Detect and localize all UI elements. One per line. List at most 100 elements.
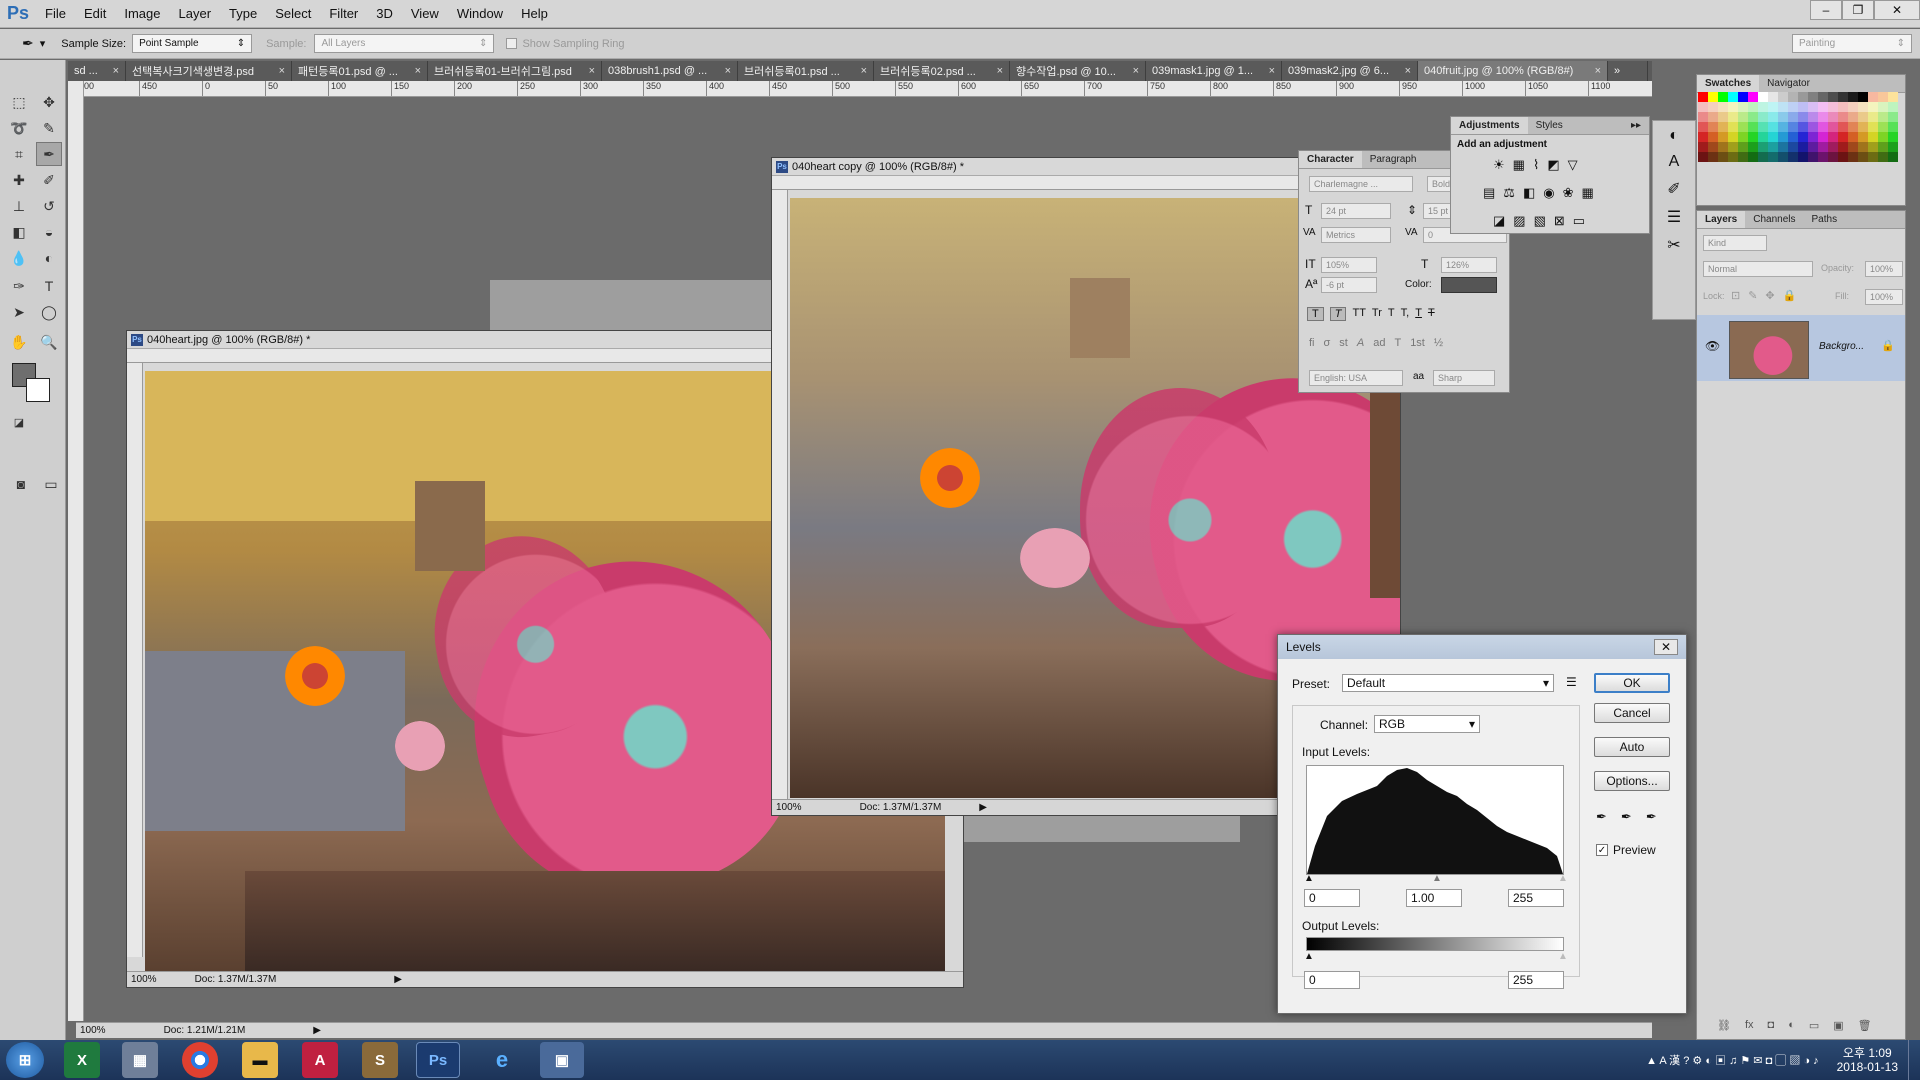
color-swatch[interactable] — [1708, 142, 1718, 152]
color-swatch[interactable] — [1868, 152, 1878, 162]
tab-adjustments[interactable]: Adjustments — [1451, 117, 1528, 134]
options-button[interactable]: Options... — [1594, 771, 1670, 791]
quick-select-tool-icon[interactable]: ✎ — [36, 116, 62, 140]
color-swatch[interactable] — [1808, 152, 1818, 162]
color-swatch[interactable] — [1838, 152, 1848, 162]
menu-file[interactable]: File — [36, 0, 75, 28]
lasso-tool-icon[interactable]: ➰ — [6, 116, 32, 140]
color-swatch[interactable] — [1778, 112, 1788, 122]
strikethrough-button[interactable]: T — [1428, 307, 1435, 321]
adjustments-dock-icon[interactable]: ◐ — [1653, 127, 1695, 145]
menu-image[interactable]: Image — [115, 0, 169, 28]
color-swatch[interactable] — [1708, 112, 1718, 122]
font-size-field[interactable]: 24 pt — [1321, 203, 1391, 219]
color-swatch[interactable] — [1848, 102, 1858, 112]
color-swatch[interactable] — [1738, 112, 1748, 122]
color-swatch[interactable] — [1768, 102, 1778, 112]
close-icon[interactable]: × — [415, 65, 421, 77]
acrobat-icon[interactable]: A — [302, 1042, 338, 1078]
color-swatch[interactable] — [1708, 152, 1718, 162]
output-white-field[interactable]: 255 — [1508, 971, 1564, 989]
superscript-button[interactable]: T — [1388, 307, 1395, 321]
curves-icon[interactable]: ⌇ — [1533, 157, 1539, 173]
color-swatch[interactable] — [1838, 102, 1848, 112]
path-select-tool-icon[interactable]: ➤ — [6, 300, 32, 324]
channel-select[interactable]: RGB ▾ — [1374, 715, 1480, 733]
color-swatch[interactable] — [1818, 122, 1828, 132]
color-balance-icon[interactable]: ⚖ — [1503, 185, 1515, 201]
color-swatch[interactable] — [1798, 102, 1808, 112]
add-mask-icon[interactable]: ◘ — [1768, 1019, 1775, 1032]
tab-doc-3[interactable]: 브러쉬등록01-브러쉬그림.psd × — [428, 61, 602, 81]
status-menu-arrow-icon[interactable]: ▶ — [979, 802, 987, 813]
color-swatch[interactable] — [1778, 152, 1788, 162]
kerning-field[interactable]: Metrics — [1321, 227, 1391, 243]
crop-tool-icon[interactable]: ⌗ — [6, 142, 32, 166]
clock[interactable]: 오후 1:09 2018-01-13 — [1837, 1046, 1898, 1074]
color-swatch[interactable] — [1798, 122, 1808, 132]
tool-presets-dock-icon[interactable]: ✂ — [1653, 235, 1695, 255]
menu-help[interactable]: Help — [512, 0, 557, 28]
history-dock-icon[interactable]: ☰ — [1653, 207, 1695, 227]
language-select[interactable]: English: USA — [1309, 370, 1403, 386]
color-swatch[interactable] — [1728, 112, 1738, 122]
brightness-icon[interactable]: ☀ — [1493, 157, 1505, 173]
color-swatch[interactable] — [1788, 112, 1798, 122]
color-swatch[interactable] — [1878, 112, 1888, 122]
color-swatch[interactable] — [1808, 92, 1818, 102]
color-swatch[interactable] — [1778, 132, 1788, 142]
color-swatch[interactable] — [1868, 142, 1878, 152]
color-swatch[interactable] — [1718, 142, 1728, 152]
color-swatch[interactable] — [1878, 92, 1888, 102]
zoom-level[interactable]: 100% — [776, 802, 802, 813]
close-icon[interactable]: × — [861, 65, 867, 77]
tab-overflow-icon[interactable]: » — [1608, 61, 1648, 81]
color-swatch[interactable] — [1718, 132, 1728, 142]
small-caps-button[interactable]: Tr — [1372, 307, 1382, 321]
color-swatch[interactable] — [1698, 122, 1708, 132]
font-family-select[interactable]: Charlemagne ... — [1309, 176, 1413, 192]
color-swatch[interactable] — [1698, 92, 1708, 102]
color-swatch[interactable] — [1718, 92, 1728, 102]
close-icon[interactable]: × — [725, 65, 731, 77]
link-layers-icon[interactable]: ⛓ — [1717, 1019, 1731, 1032]
white-point-eyedropper-icon[interactable]: ✒ — [1646, 809, 1657, 825]
trash-icon[interactable]: 🗑 — [1858, 1019, 1872, 1032]
excel-icon[interactable]: X — [64, 1042, 100, 1078]
color-swatch[interactable] — [1788, 102, 1798, 112]
text-color-swatch[interactable] — [1441, 277, 1497, 293]
color-swatch[interactable] — [1888, 152, 1898, 162]
exposure-icon[interactable]: ◩ — [1547, 157, 1559, 173]
tab-doc-10[interactable]: 040fruit.jpg @ 100% (RGB/8#) × — [1418, 61, 1608, 81]
color-swatch[interactable] — [1738, 152, 1748, 162]
tab-doc-7[interactable]: 향수작업.psd @ 10... × — [1010, 61, 1146, 81]
threshold-icon[interactable]: ▧ — [1534, 213, 1546, 229]
cancel-button[interactable]: Cancel — [1594, 703, 1670, 723]
tab-doc-1[interactable]: 선택복사크기색생변경.psd × — [126, 61, 292, 81]
color-swatch[interactable] — [1818, 112, 1828, 122]
color-swatch[interactable] — [1728, 122, 1738, 132]
photoshop-taskbar-icon[interactable]: Ps — [416, 1042, 460, 1078]
input-white-field[interactable]: 255 — [1508, 889, 1564, 907]
faux-italic-button[interactable]: T — [1329, 307, 1347, 321]
selective-color-icon[interactable]: ⊠ — [1554, 213, 1565, 229]
color-swatch[interactable] — [1738, 132, 1748, 142]
color-swatch[interactable] — [1838, 142, 1848, 152]
color-swatch[interactable] — [1858, 152, 1868, 162]
tab-channels[interactable]: Channels — [1745, 211, 1803, 228]
menu-type[interactable]: Type — [220, 0, 266, 28]
color-swatch[interactable] — [1698, 142, 1708, 152]
healing-tool-icon[interactable]: ✚ — [6, 168, 32, 192]
color-swatch[interactable] — [1738, 122, 1748, 132]
menu-edit[interactable]: Edit — [75, 0, 115, 28]
color-swatch[interactable] — [1888, 142, 1898, 152]
color-swatch[interactable] — [1828, 122, 1838, 132]
white-input-slider[interactable]: ▲ — [1558, 873, 1568, 884]
tab-character[interactable]: Character — [1299, 151, 1362, 168]
preset-options-icon[interactable]: ☰ — [1566, 675, 1577, 689]
color-swatch[interactable] — [1888, 122, 1898, 132]
layer-filter-kind[interactable]: Kind — [1703, 235, 1767, 251]
color-swatch[interactable] — [1848, 122, 1858, 132]
close-icon[interactable]: × — [1405, 65, 1411, 77]
sample-select[interactable]: All Layers ⇕ — [314, 34, 495, 53]
